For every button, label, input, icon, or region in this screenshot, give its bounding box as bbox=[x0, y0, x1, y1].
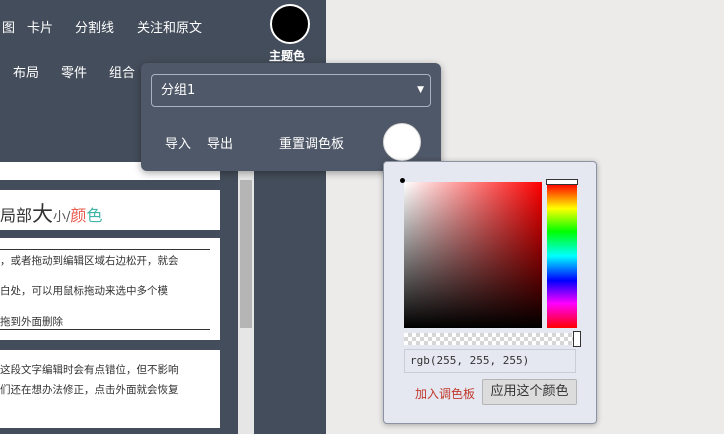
app-stage: 图 卡片 分割线 关注和原文 主题色 布局 零件 组合 局部大小/颜色 ，或者拖… bbox=[0, 0, 724, 434]
nav-item-parts[interactable]: 零件 bbox=[61, 62, 87, 81]
content-card-title[interactable]: 局部大小/颜色 bbox=[0, 190, 220, 230]
title-text-color-teal: 色 bbox=[86, 206, 103, 225]
text-divider-bottom bbox=[0, 329, 210, 330]
group-select-value: 分组1 bbox=[161, 83, 196, 98]
apply-color-button[interactable]: 应用这个颜色 bbox=[482, 379, 577, 405]
theme-color-label: 主题色 bbox=[269, 49, 306, 63]
text-divider-top bbox=[0, 249, 210, 250]
export-button[interactable]: 导出 bbox=[207, 133, 233, 152]
theme-color-swatch[interactable] bbox=[270, 4, 310, 44]
saturation-value-area[interactable] bbox=[404, 182, 542, 328]
color-picker: rgb(255, 255, 255) 加入调色板 应用这个颜色 bbox=[383, 161, 597, 424]
text-line: 这段文字编辑时会有点错位，但不影响 bbox=[0, 364, 179, 376]
add-to-palette-link[interactable]: 加入调色板 bbox=[415, 385, 475, 402]
text-line: 拖到外面删除 bbox=[0, 316, 63, 328]
nav-item-card[interactable]: 卡片 bbox=[27, 17, 53, 36]
nav-item-divider[interactable]: 分割线 bbox=[75, 17, 114, 36]
hue-slider[interactable] bbox=[547, 184, 577, 328]
text-line: 白处，可以用鼠标拖动来选中多个模 bbox=[0, 285, 168, 297]
alpha-slider-handle[interactable] bbox=[573, 331, 581, 347]
import-button[interactable]: 导入 bbox=[165, 133, 191, 152]
nav-item-follow-original[interactable]: 关注和原文 bbox=[137, 17, 202, 36]
styled-title: 局部大小/颜色 bbox=[0, 198, 102, 228]
title-text-small: 小 bbox=[53, 210, 67, 225]
palette-group-panel: 分组1 ▼ 导入 导出 重置调色板 bbox=[141, 63, 441, 171]
content-card-text-2[interactable]: 这段文字编辑时会有点错位，但不影响 们还在想办法修正，点击外面就会恢复 bbox=[0, 350, 220, 428]
text-line: ，或者拖动到编辑区域右边松开，就会 bbox=[0, 255, 179, 267]
saturation-cursor[interactable] bbox=[400, 178, 405, 183]
text-line: 们还在想办法修正，点击外面就会恢复 bbox=[0, 384, 179, 396]
hue-slider-handle[interactable] bbox=[546, 179, 578, 185]
title-text-local: 局部 bbox=[0, 206, 33, 225]
alpha-slider[interactable] bbox=[404, 333, 576, 345]
nav-item-layout[interactable]: 布局 bbox=[13, 62, 39, 81]
caret-down-icon: ▼ bbox=[417, 85, 424, 95]
title-text-big: 大 bbox=[32, 202, 54, 226]
nav-item-combo[interactable]: 组合 bbox=[109, 62, 135, 81]
reset-palette-button[interactable]: 重置调色板 bbox=[279, 133, 344, 152]
palette-color-swatch[interactable] bbox=[383, 123, 421, 161]
nav-item-image[interactable]: 图 bbox=[2, 17, 15, 36]
editor-scrollbar-thumb[interactable] bbox=[240, 180, 252, 328]
content-card-text[interactable]: ，或者拖动到编辑区域右边松开，就会 白处，可以用鼠标拖动来选中多个模 拖到外面删… bbox=[0, 238, 220, 340]
title-text-color-red: 颜 bbox=[70, 206, 87, 225]
group-select[interactable]: 分组1 ▼ bbox=[151, 74, 431, 107]
color-value-input[interactable]: rgb(255, 255, 255) bbox=[404, 349, 576, 373]
